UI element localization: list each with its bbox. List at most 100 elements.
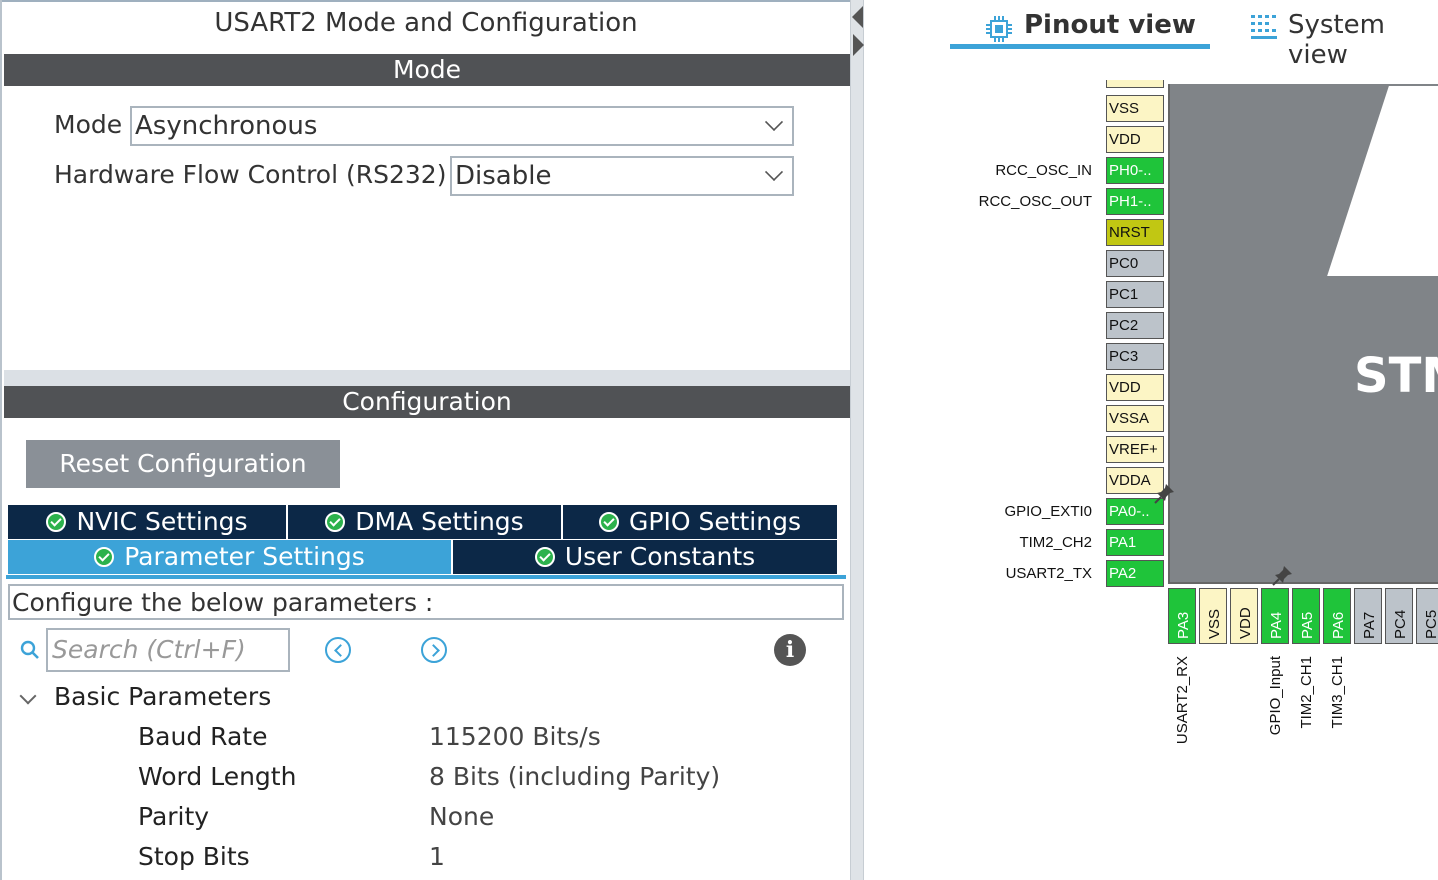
tab-label: NVIC Settings: [76, 507, 248, 536]
pushpin-icon: [1154, 484, 1174, 504]
search-input[interactable]: Search (Ctrl+F): [46, 628, 290, 672]
check-circle-icon: [599, 512, 619, 532]
chip-icon: [986, 16, 1012, 42]
pin-left[interactable]: NRST: [1106, 219, 1164, 246]
pin-bottom-label: PC4: [1392, 609, 1409, 639]
panel-divider[interactable]: [850, 0, 864, 880]
param-value-parity[interactable]: None: [429, 802, 494, 831]
flow-control-select-value: Disable: [455, 161, 552, 191]
tab-nvic-settings[interactable]: NVIC Settings: [8, 505, 286, 539]
tab-system-view[interactable]: System view: [1288, 10, 1438, 70]
tab-parameter-settings[interactable]: Parameter Settings: [8, 540, 451, 574]
param-value-stop-bits[interactable]: 1: [429, 842, 445, 871]
pin-bottom-label: PA5: [1299, 611, 1316, 639]
search-icon[interactable]: [20, 640, 40, 660]
check-circle-icon: [534, 547, 555, 567]
section-splitter[interactable]: [4, 370, 850, 386]
tab-label: Parameter Settings: [124, 542, 365, 571]
system-view-icon: [1251, 15, 1277, 39]
chevron-down-icon: [764, 112, 784, 132]
pin-bottom-label: PA7: [1361, 611, 1378, 639]
mode-section-header: Mode: [4, 54, 850, 86]
pinout-panel: Pinout view System view STM VSS VDD PH0-..…: [864, 0, 1438, 880]
pin-bottom[interactable]: PA6: [1323, 588, 1351, 644]
pin-left[interactable]: VDD: [1106, 126, 1164, 153]
check-circle-icon: [325, 512, 346, 532]
pin-left[interactable]: PC3: [1106, 343, 1164, 370]
tab-gpio-settings[interactable]: GPIO Settings: [563, 505, 837, 539]
pin-signal-label: GPIO_Input: [1267, 656, 1287, 756]
pin-signal-label: TIM3_CH1: [1329, 656, 1349, 756]
reset-configuration-button[interactable]: Reset Configuration: [26, 440, 340, 488]
pin-bottom-label: VSS: [1206, 608, 1223, 639]
previous-result-icon[interactable]: [325, 637, 351, 663]
pin-signal-text: TIM3_CH1: [1329, 656, 1346, 729]
pin-left[interactable]: PA1: [1106, 529, 1164, 556]
pin-signal-label: TIM2_CH2: [1019, 534, 1092, 551]
pin-signal-label: GPIO_EXTI0: [1004, 503, 1092, 520]
pin-signal-label: USART2_RX: [1174, 656, 1194, 756]
param-name-baud-rate: Baud Rate: [138, 722, 268, 751]
param-name-stop-bits: Stop Bits: [138, 842, 250, 871]
pin-left[interactable]: PC2: [1106, 312, 1164, 339]
pin-signal-label: TIM2_CH1: [1298, 656, 1318, 756]
flow-control-select[interactable]: Disable: [450, 156, 794, 196]
tab-user-constants[interactable]: User Constants: [453, 540, 837, 574]
pin-bottom[interactable]: PA3: [1168, 588, 1196, 644]
parameters-description: Configure the below parameters :: [8, 584, 844, 620]
mode-select[interactable]: Asynchronous: [130, 106, 794, 146]
chevron-down-icon[interactable]: [19, 687, 37, 705]
pin-bottom[interactable]: VSS: [1199, 588, 1227, 644]
pin-left[interactable]: PC0: [1106, 250, 1164, 277]
tab-label: DMA Settings: [355, 507, 524, 536]
panel-top-border: [2, 0, 852, 2]
pin-bottom[interactable]: PA5: [1292, 588, 1320, 644]
pin-bottom-label: PA4: [1268, 611, 1285, 639]
pin-left[interactable]: VREF+: [1106, 436, 1164, 463]
basic-parameters-group[interactable]: Basic Parameters: [54, 682, 271, 711]
pin-bottom-label: PA6: [1330, 611, 1347, 639]
pin-bottom[interactable]: PA7: [1354, 588, 1382, 644]
tab-dma-settings[interactable]: DMA Settings: [288, 505, 561, 539]
configuration-section-header: Configuration: [4, 386, 850, 418]
tab-label: GPIO Settings: [629, 507, 801, 536]
pin-left[interactable]: VSS: [1106, 95, 1164, 122]
pin-signal-label: RCC_OSC_IN: [995, 162, 1092, 179]
pin-bottom-label: VDD: [1237, 607, 1254, 639]
usart2-config-panel: USART2 Mode and Configuration Mode Mode …: [0, 0, 852, 880]
pin-signal-text: TIM2_CH1: [1298, 656, 1315, 729]
panel-title: USART2 Mode and Configuration: [214, 8, 638, 38]
param-value-word-length[interactable]: 8 Bits (including Parity): [429, 762, 720, 791]
pin-signal-label: USART2_TX: [1005, 565, 1092, 582]
pin-left[interactable]: PA2: [1106, 560, 1164, 587]
param-name-word-length: Word Length: [138, 762, 297, 791]
pin-left[interactable]: PH0-..: [1106, 157, 1164, 184]
pushpin-icon: [1272, 566, 1292, 586]
pin-partial[interactable]: [1106, 80, 1164, 88]
pin-bottom[interactable]: PC5: [1416, 588, 1438, 644]
chip-label: STM: [1354, 348, 1438, 404]
pin-signal-label: RCC_OSC_OUT: [978, 193, 1092, 210]
collapse-left-icon[interactable]: [852, 6, 863, 28]
pin-left[interactable]: PH1-..: [1106, 188, 1164, 215]
pin-bottom-label: PC5: [1423, 609, 1438, 639]
flow-control-label: Hardware Flow Control (RS232): [54, 160, 447, 189]
pin-bottom[interactable]: VDD: [1230, 588, 1258, 644]
pin-left[interactable]: VSSA: [1106, 405, 1164, 432]
pin-bottom[interactable]: PA4: [1261, 588, 1289, 644]
tab-pinout-view[interactable]: Pinout view: [1024, 10, 1196, 40]
next-result-icon[interactable]: [421, 637, 447, 663]
chevron-down-icon: [764, 162, 784, 182]
tab-underline: [6, 575, 846, 579]
pin-left[interactable]: VDD: [1106, 374, 1164, 401]
info-icon[interactable]: i: [774, 634, 806, 666]
check-circle-icon: [46, 512, 67, 532]
mode-label: Mode: [54, 110, 123, 139]
pin-bottom-label: PA3: [1175, 611, 1192, 639]
pin-signal-text: GPIO_Input: [1267, 656, 1284, 736]
pin-bottom[interactable]: PC4: [1385, 588, 1413, 644]
pin-signal-text: USART2_RX: [1174, 656, 1191, 745]
pin-left[interactable]: PC1: [1106, 281, 1164, 308]
param-value-baud-rate[interactable]: 115200 Bits/s: [429, 722, 601, 751]
expand-right-icon[interactable]: [853, 34, 864, 56]
